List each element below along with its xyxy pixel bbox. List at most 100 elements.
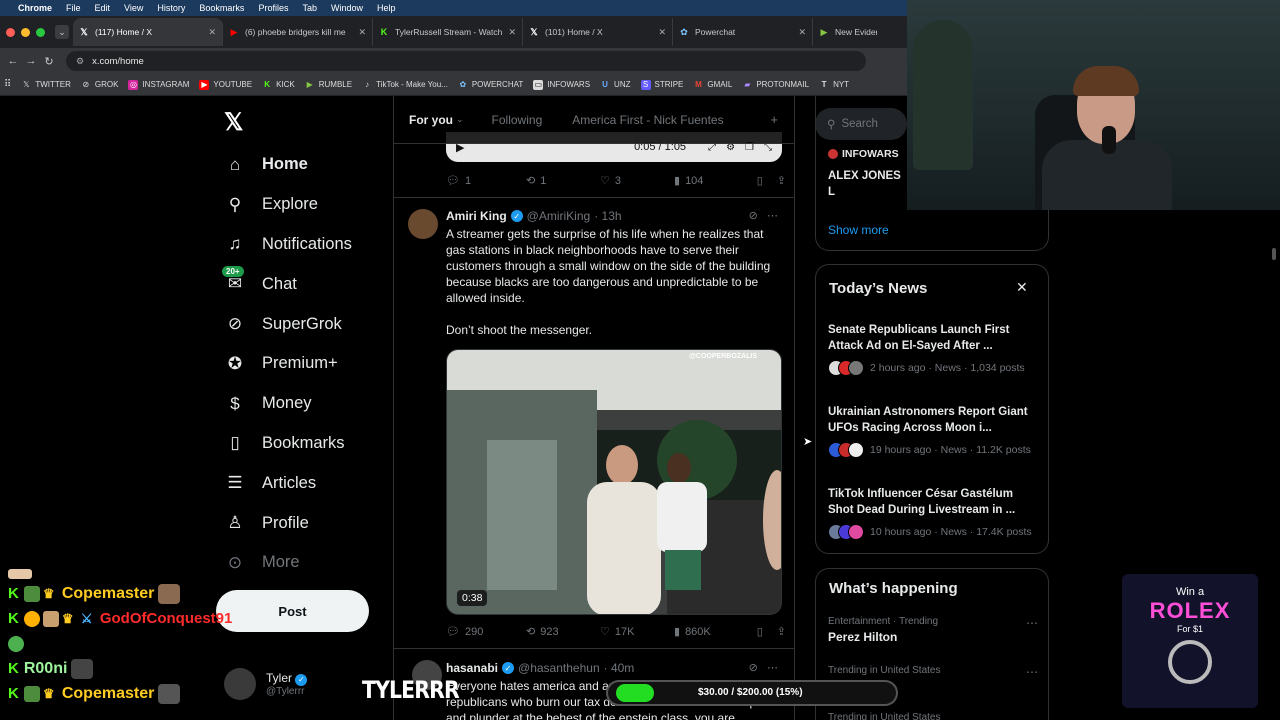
- show-more-link[interactable]: Show more: [828, 223, 889, 237]
- nav-supergrok[interactable]: ⊘ SuperGrok: [222, 304, 402, 344]
- x-logo-icon[interactable]: 𝕏: [224, 108, 243, 137]
- close-tab-icon[interactable]: ✕: [508, 27, 516, 38]
- browser-tab[interactable]: ▶ (6) phoebe bridgers kill me ✕: [223, 18, 373, 46]
- browser-tab[interactable]: K TylerRussell Stream - Watch ✕: [373, 18, 523, 46]
- grok-icon[interactable]: ⊘: [749, 210, 758, 222]
- reply-button[interactable]: 💬︎ 1: [446, 174, 526, 188]
- close-tab-icon[interactable]: ✕: [798, 27, 806, 38]
- tweet-video[interactable]: @COOPERBOZALIS 0:38: [446, 349, 782, 615]
- scrollbar[interactable]: [1272, 248, 1276, 260]
- reply-button[interactable]: 💬︎ 290: [446, 625, 526, 639]
- bookmark-button[interactable]: ▯: [757, 625, 763, 638]
- nav-chat[interactable]: 20+ ✉ Chat: [222, 264, 402, 304]
- views-button[interactable]: ▮ 860K: [674, 625, 754, 639]
- apps-grid-icon[interactable]: ⠿: [4, 79, 11, 90]
- more-options-icon[interactable]: ⋯: [767, 210, 778, 222]
- browser-tab[interactable]: 𝕏 (101) Home / X ✕: [523, 18, 673, 46]
- nav-money[interactable]: $ Money: [222, 384, 402, 424]
- repost-button[interactable]: ⟲ 1: [526, 174, 600, 188]
- bookmark-kick[interactable]: K KICK: [262, 80, 295, 90]
- forward-arrow-icon[interactable]: →: [22, 55, 40, 67]
- like-button[interactable]: ♡ 3: [600, 174, 674, 188]
- nav-notifications[interactable]: ♫ Notifications: [222, 225, 402, 265]
- bookmark-rumble[interactable]: ▶ RUMBLE: [305, 80, 352, 90]
- chevron-down-icon[interactable]: ⌄: [456, 114, 464, 125]
- close-icon[interactable]: ✕: [1016, 279, 1028, 296]
- nav-profile[interactable]: ♙ Profile: [222, 503, 402, 543]
- browser-tab[interactable]: 𝕏 (117) Home / X ✕: [73, 18, 223, 46]
- add-tab-icon[interactable]: +: [770, 112, 778, 127]
- menu-window[interactable]: Window: [331, 3, 363, 13]
- bookmark-unz[interactable]: U UNZ: [600, 80, 630, 90]
- bookmark-instagram[interactable]: ◎ INSTAGRAM: [128, 79, 189, 90]
- close-tab-icon[interactable]: ✕: [358, 27, 366, 38]
- news-item[interactable]: Ukrainian Astronomers Report Giant UFOs …: [828, 404, 1038, 458]
- tab-following[interactable]: Following: [492, 113, 543, 127]
- tab-search-chevron-icon[interactable]: ⌄: [55, 25, 69, 39]
- maximize-window-button[interactable]: [36, 27, 45, 37]
- like-button[interactable]: ♡ 17K: [600, 625, 674, 639]
- author-handle[interactable]: @AmiriKing: [527, 209, 591, 223]
- back-arrow-icon[interactable]: ←: [4, 55, 22, 67]
- share-button[interactable]: ⇪: [777, 174, 786, 187]
- news-item[interactable]: Senate Republicans Launch First Attack A…: [828, 322, 1038, 376]
- browser-tab[interactable]: ✿ Powerchat ✕: [673, 18, 813, 46]
- menu-chrome[interactable]: Chrome: [18, 3, 52, 13]
- views-button[interactable]: ▮ 104: [674, 174, 754, 188]
- menu-profiles[interactable]: Profiles: [258, 3, 288, 13]
- menu-help[interactable]: Help: [377, 3, 396, 13]
- nav-articles[interactable]: ☰ Articles: [222, 463, 402, 503]
- reload-icon[interactable]: ↻: [40, 55, 58, 68]
- address-bar[interactable]: ⚙ x.com/home: [66, 51, 866, 71]
- tab-for-you[interactable]: For you: [409, 113, 453, 127]
- bookmark-stripe[interactable]: S STRIPE: [640, 79, 683, 90]
- bookmark-nyt[interactable]: T NYT: [819, 80, 849, 90]
- avatar[interactable]: [408, 209, 438, 239]
- menu-view[interactable]: View: [124, 3, 143, 13]
- grok-icon[interactable]: ⊘: [749, 662, 758, 674]
- nav-premium[interactable]: ✪ Premium+: [222, 344, 402, 384]
- bookmark-gmail[interactable]: M GMAIL: [693, 80, 732, 90]
- tweet-time[interactable]: · 13h: [594, 209, 621, 223]
- share-button[interactable]: ⇪: [777, 625, 786, 638]
- close-window-button[interactable]: [6, 27, 15, 37]
- more-options-icon[interactable]: ⋯: [1026, 665, 1038, 679]
- author-handle[interactable]: @hasanthehun: [518, 661, 600, 675]
- bookmark-youtube[interactable]: ▶ YOUTUBE: [199, 79, 252, 90]
- bookmark-grok[interactable]: ⊘ GROK: [81, 80, 119, 90]
- menu-tab[interactable]: Tab: [302, 3, 317, 13]
- nav-explore[interactable]: ⚲ Explore: [222, 185, 402, 225]
- bookmark-powerchat[interactable]: ✿ POWERCHAT: [458, 80, 523, 90]
- nav-home[interactable]: ⌂ Home: [222, 145, 402, 185]
- close-tab-icon[interactable]: ✕: [208, 27, 216, 38]
- bookmark-button[interactable]: ▯: [757, 174, 763, 187]
- close-tab-icon[interactable]: ✕: [658, 27, 666, 38]
- trend-item[interactable]: Entertainment · Trending Perez Hilton ⋯: [828, 616, 1038, 644]
- more-options-icon[interactable]: ⋯: [1026, 616, 1038, 630]
- tweet-time[interactable]: · 40m: [604, 661, 635, 675]
- bookmark-tiktok[interactable]: ♪ TikTok - Make You...: [362, 80, 448, 90]
- tab-list[interactable]: America First - Nick Fuentes: [572, 113, 723, 127]
- news-source[interactable]: INFOWARS: [828, 148, 899, 160]
- bookmark-protonmail[interactable]: ▰ PROTONMAIL: [742, 80, 809, 90]
- menu-file[interactable]: File: [66, 3, 81, 13]
- site-info-icon[interactable]: ⚙: [76, 56, 84, 67]
- more-options-icon[interactable]: ⋯: [767, 662, 778, 674]
- menu-edit[interactable]: Edit: [95, 3, 111, 13]
- author-name[interactable]: Amiri King: [446, 209, 507, 223]
- minimize-window-button[interactable]: [21, 27, 30, 37]
- nav-label: Home: [262, 155, 308, 174]
- news-item[interactable]: TikTok Influencer César Gastélum Shot De…: [828, 486, 1038, 540]
- browser-tab[interactable]: ▶ New Evidenc: [813, 18, 883, 46]
- menu-history[interactable]: History: [157, 3, 185, 13]
- tab-title: Powerchat: [695, 27, 736, 37]
- menu-bookmarks[interactable]: Bookmarks: [199, 3, 244, 13]
- nav-bookmarks[interactable]: ▯ Bookmarks: [222, 424, 402, 464]
- news-headline[interactable]: ALEX JONES L Trump Says ...: [828, 168, 908, 202]
- author-name[interactable]: hasanabi: [446, 661, 498, 675]
- donation-goal-bar: $30.00 / $200.00 (15%): [606, 680, 898, 706]
- repost-button[interactable]: ⟲ 923: [526, 625, 600, 639]
- trend-item[interactable]: Trending in United States: [828, 712, 1038, 720]
- bookmark-twitter[interactable]: 𝕏 TWITTER: [21, 80, 71, 90]
- bookmark-infowars[interactable]: ▭ INFOWARS: [533, 79, 590, 90]
